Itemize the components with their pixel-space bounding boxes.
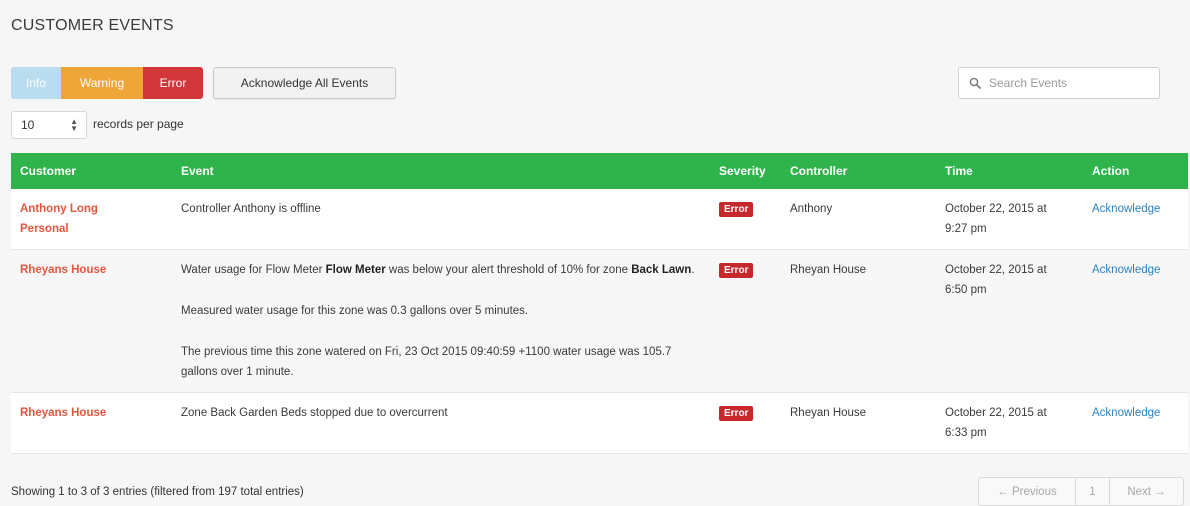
filter-warning-button[interactable]: Warning bbox=[61, 67, 143, 99]
customer-link[interactable]: Anthony Long Personal bbox=[20, 203, 98, 235]
select-arrows-icon: ▲ ▼ bbox=[70, 117, 78, 133]
event-paragraph: Water usage for Flow Meter Flow Meter wa… bbox=[181, 260, 710, 280]
table-row: Anthony Long Personal Controller Anthony … bbox=[11, 189, 1188, 250]
controller-cell: Anthony bbox=[781, 189, 936, 250]
column-header-customer[interactable]: Customer bbox=[11, 153, 172, 189]
event-cell: Controller Anthony is offline bbox=[172, 189, 710, 250]
filter-error-button[interactable]: Error bbox=[143, 67, 203, 99]
customer-link[interactable]: Rheyans House bbox=[20, 264, 106, 276]
event-cell: Zone Back Garden Beds stopped due to ove… bbox=[172, 392, 710, 454]
table-header-row: Customer Event Severity Controller Time … bbox=[11, 153, 1188, 189]
time-date: October 22, 2015 at bbox=[945, 203, 1047, 215]
column-header-severity[interactable]: Severity bbox=[710, 153, 781, 189]
table-info-text: Showing 1 to 3 of 3 entries (filtered fr… bbox=[11, 486, 304, 498]
customer-cell: Rheyans House bbox=[11, 249, 172, 393]
column-header-action[interactable]: Action bbox=[1083, 153, 1188, 189]
customer-account: Personal bbox=[20, 223, 69, 235]
time-cell: October 22, 2015 at 9:27 pm bbox=[936, 189, 1083, 250]
column-header-event[interactable]: Event bbox=[172, 153, 710, 189]
customer-events-panel: CUSTOMER EVENTS Info Warning Error Ackno… bbox=[0, 0, 1190, 506]
pagination: ← Previous 1 Next → bbox=[978, 477, 1184, 506]
event-text: . bbox=[691, 264, 695, 276]
severity-filter-group: Info Warning Error bbox=[11, 67, 203, 99]
table-row: Rheyans House Zone Back Garden Beds stop… bbox=[11, 392, 1188, 454]
records-per-page-label: records per page bbox=[93, 117, 184, 131]
severity-badge: Error bbox=[719, 406, 754, 421]
records-per-page-value: 10 bbox=[21, 118, 35, 132]
time-date: October 22, 2015 at bbox=[945, 407, 1047, 419]
filter-info-button[interactable]: Info bbox=[11, 67, 61, 99]
time-cell: October 22, 2015 at 6:50 pm bbox=[936, 249, 1083, 393]
previous-page-button[interactable]: ← Previous bbox=[979, 478, 1076, 505]
zone-name: Back Lawn bbox=[631, 264, 692, 276]
acknowledge-link[interactable]: Acknowledge bbox=[1092, 203, 1160, 215]
severity-cell: Error bbox=[710, 249, 781, 393]
action-cell: Acknowledge bbox=[1083, 189, 1188, 250]
time-cell: October 22, 2015 at 6:33 pm bbox=[936, 392, 1083, 454]
event-text: Water usage for Flow Meter bbox=[181, 264, 326, 276]
customer-cell: Anthony Long Personal bbox=[11, 189, 172, 250]
severity-badge: Error bbox=[719, 202, 754, 217]
event-paragraph: The previous time this zone watered on F… bbox=[181, 346, 672, 378]
severity-cell: Error bbox=[710, 392, 781, 454]
customer-name: Anthony Long bbox=[20, 203, 98, 215]
search-icon bbox=[969, 77, 981, 89]
time-clock: 6:33 pm bbox=[945, 427, 987, 439]
time-clock: 9:27 pm bbox=[945, 223, 987, 235]
action-cell: Acknowledge bbox=[1083, 249, 1188, 393]
controller-cell: Rheyan House bbox=[781, 249, 936, 393]
event-text: was below your alert threshold of 10% fo… bbox=[385, 264, 632, 276]
event-cell: Water usage for Flow Meter Flow Meter wa… bbox=[172, 249, 710, 393]
severity-badge: Error bbox=[719, 263, 754, 278]
acknowledge-link[interactable]: Acknowledge bbox=[1092, 407, 1160, 419]
customer-link[interactable]: Rheyans House bbox=[20, 407, 106, 419]
acknowledge-all-button[interactable]: Acknowledge All Events bbox=[213, 67, 396, 99]
column-header-controller[interactable]: Controller bbox=[781, 153, 936, 189]
customer-cell: Rheyans House bbox=[11, 392, 172, 454]
controller-cell: Rheyan House bbox=[781, 392, 936, 454]
event-paragraph: Measured water usage for this zone was 0… bbox=[181, 305, 529, 317]
acknowledge-link[interactable]: Acknowledge bbox=[1092, 264, 1160, 276]
page-number-button[interactable]: 1 bbox=[1076, 478, 1110, 505]
events-table: Customer Event Severity Controller Time … bbox=[11, 153, 1188, 454]
severity-cell: Error bbox=[710, 189, 781, 250]
table-row: Rheyans House Water usage for Flow Meter… bbox=[11, 249, 1188, 393]
flow-meter-name: Flow Meter bbox=[325, 264, 386, 276]
action-cell: Acknowledge bbox=[1083, 392, 1188, 454]
search-input[interactable] bbox=[989, 76, 1149, 90]
page-title: CUSTOMER EVENTS bbox=[11, 17, 174, 34]
time-date: October 22, 2015 at bbox=[945, 264, 1047, 276]
records-per-page-select[interactable]: 10 ▲ ▼ bbox=[11, 111, 87, 139]
next-page-button[interactable]: Next → bbox=[1110, 478, 1183, 505]
search-box[interactable] bbox=[958, 67, 1160, 99]
time-clock: 6:50 pm bbox=[945, 284, 987, 296]
column-header-time[interactable]: Time bbox=[936, 153, 1083, 189]
